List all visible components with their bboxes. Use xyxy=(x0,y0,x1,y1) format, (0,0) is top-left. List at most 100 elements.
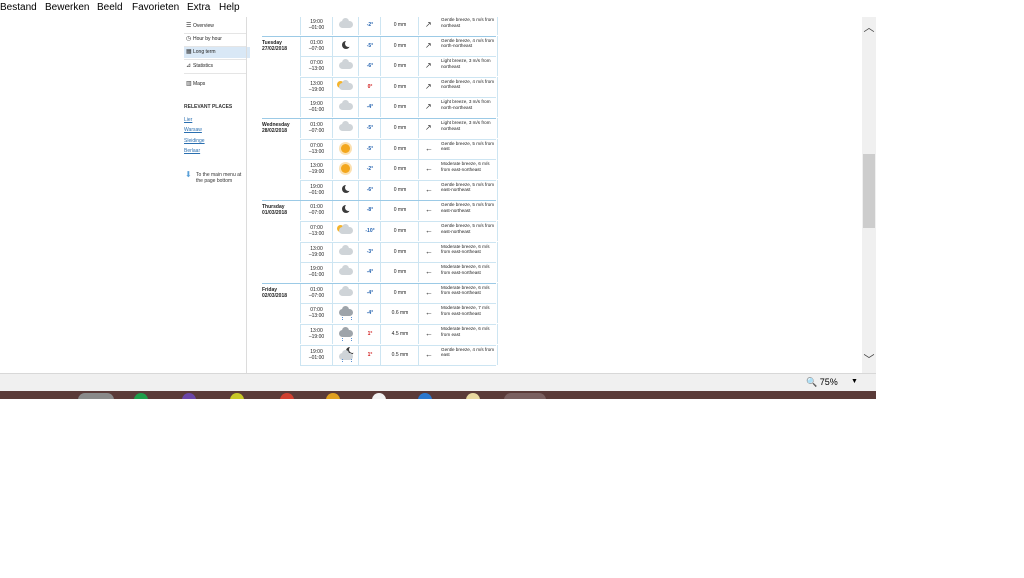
precipitation: 0 mm xyxy=(380,56,419,77)
scrollbar-thumb[interactable] xyxy=(863,154,875,228)
temperature: -4° xyxy=(358,303,381,324)
forecast-row: 13:00 –19:00 -2° 0 mm ← Moderate breeze, 6 m/… xyxy=(262,159,498,180)
wind-description: Moderate breeze, 6 m/s from east-northea… xyxy=(441,284,490,296)
nav-item-statistics[interactable]: ⊿ Statistics xyxy=(184,61,250,72)
wind-arrow-icon: ← xyxy=(425,143,433,153)
wind-description: Moderate breeze, 6 m/s from east-northea… xyxy=(441,264,490,275)
wind-arrow-icon: ↗ xyxy=(425,20,432,29)
menu-beeld[interactable]: Beeld xyxy=(97,2,123,13)
nav-item-hour-by-hour[interactable]: ◷ Hour by hour xyxy=(184,34,250,45)
day-label: Thursday 01/03/2018 xyxy=(262,204,298,216)
temperature: -5° xyxy=(358,138,381,159)
taskbar-app-icon[interactable] xyxy=(280,393,294,399)
time-end: –13:00 xyxy=(308,66,325,73)
taskbar-app-icon[interactable] xyxy=(504,393,546,399)
time-cell: 01:00 –07:00 xyxy=(300,35,332,56)
relevant-place-link[interactable]: Sleidinge xyxy=(184,138,205,144)
menu-bewerken[interactable]: Bewerken xyxy=(45,2,89,13)
temperature: 1° xyxy=(358,324,381,344)
time-cell: 01:00 –07:00 xyxy=(300,200,332,221)
forecast-row: 07:00 –13:00 -4° 0.6 mm ← Moderate breeze, 7 … xyxy=(262,303,498,324)
weather-cell xyxy=(332,303,359,324)
taskbar-app-icon[interactable] xyxy=(230,393,244,399)
forecast-row: 19:00 –01:00 -2° 0 mm ↗ Gentle breeze, 5 m/s … xyxy=(262,17,498,35)
scroll-up-icon[interactable]: ︿ xyxy=(862,21,876,35)
row-separator xyxy=(300,159,496,161)
temperature: -5° xyxy=(358,35,381,56)
cloud-icon xyxy=(339,79,353,90)
wind-description: Moderate breeze, 7 m/s from east-northea… xyxy=(441,305,490,316)
wind-description: Gentle breeze, 5 m/s from east-northeast xyxy=(441,223,495,234)
temperature: -10° xyxy=(358,221,381,241)
menu-favorieten[interactable]: Favorieten xyxy=(132,2,179,13)
wind-cell: ← Moderate breeze, 6 m/s from east xyxy=(418,324,498,344)
relevant-place-link[interactable]: Berlaar xyxy=(184,148,200,154)
forecast-row: 13:00 –19:00 -3° 0 mm ← Moderate breeze, 6 m/… xyxy=(262,241,498,262)
weather-cell xyxy=(332,76,359,97)
time-cell: 13:00 –19:00 xyxy=(300,241,332,262)
vertical-scrollbar[interactable]: ︿ ﹀ xyxy=(862,17,876,373)
wind-description: Gentle breeze, 5 m/s from northeast xyxy=(441,17,495,28)
forecast-row: Wednesday 28/02/2018 01:00 –07:00 -5° 0 mm ↗ Li… xyxy=(262,118,498,138)
row-separator xyxy=(300,241,496,243)
taskbar-app-icon[interactable] xyxy=(418,393,432,399)
wind-description: Moderate breeze, 6 m/s from east-northea… xyxy=(441,243,490,255)
nav-item-long-term[interactable]: ▦Long term xyxy=(184,47,250,58)
menu-bestand[interactable]: Bestand xyxy=(0,2,37,13)
wind-description: Gentle breeze, 4 m/s from north-northeas… xyxy=(441,37,495,49)
scroll-down-icon[interactable]: ﹀ xyxy=(862,353,876,367)
wind-cell: ← Gentle breeze, 5 m/s from east-northeas… xyxy=(418,179,498,200)
nav-item-maps[interactable]: ▥Maps xyxy=(184,79,250,90)
menu-extra[interactable]: Extra xyxy=(187,2,210,13)
forecast-row: Thursday 01/03/2018 01:00 –07:00 -8° 0 mm ← Gen… xyxy=(262,200,498,221)
wind-cell: ← Moderate breeze, 6 m/s from east-northe… xyxy=(418,262,498,283)
day-date: 02/03/2018 xyxy=(262,292,288,299)
forecast-row: 19:00 –01:00 -6° 0 mm ← Gentle breeze, 5 m/s … xyxy=(262,179,498,200)
wind-description: Light breeze, 3 m/s from northeast xyxy=(441,58,491,69)
menu-help[interactable]: Help xyxy=(219,2,240,13)
wind-cell: ← Moderate breeze, 6 m/s from east-northe… xyxy=(418,241,498,262)
forecast-row: Friday 02/03/2018 01:00 –07:00 -4° 0 mm ← Moder… xyxy=(262,282,498,303)
cloud-icon xyxy=(339,18,353,28)
taskbar-app-icon[interactable] xyxy=(326,393,340,399)
weather-cell xyxy=(332,262,359,283)
cloud-icon xyxy=(339,121,353,131)
moon-icon xyxy=(342,183,352,193)
row-separator xyxy=(300,344,496,346)
forecast-row: 07:00 –13:00 -10° 0 mm ← Gentle breeze, 5 m/s… xyxy=(262,221,498,241)
taskbar-app-icon[interactable] xyxy=(466,393,480,399)
wind-arrow-icon: ← xyxy=(425,184,433,194)
status-bar: 🔍 75% ▼ xyxy=(0,373,876,392)
temperature: 0° xyxy=(358,76,381,97)
weather-cell xyxy=(332,138,359,159)
day-separator xyxy=(262,35,496,37)
time-cell: 13:00 –19:00 xyxy=(300,159,332,180)
taskbar-app-icon[interactable] xyxy=(78,393,114,399)
time-cell: 07:00 –13:00 xyxy=(300,56,332,77)
zoom-level[interactable]: 🔍 75% xyxy=(806,377,838,388)
taskbar-app-icon[interactable] xyxy=(372,393,386,399)
relevant-place-link[interactable]: Lier xyxy=(184,117,192,123)
time-end: –01:00 xyxy=(308,354,325,361)
relevant-place-link[interactable]: Warsaw xyxy=(184,127,202,133)
zoom-dropdown-icon[interactable]: ▼ xyxy=(851,378,858,385)
temperature: -2° xyxy=(358,159,381,180)
browser-viewport: ☰ Overview ◷ Hour by hour ▦Long term ⊿ Statist… xyxy=(0,17,862,373)
row-separator xyxy=(300,179,496,181)
wind-cell: ← Moderate breeze, 6 m/s from east-northe… xyxy=(418,282,498,303)
time-cell: 19:00 –01:00 xyxy=(300,179,332,200)
nav-item-overview[interactable]: ☰ Overview xyxy=(184,21,250,32)
row-separator xyxy=(300,221,496,222)
cloud-icon xyxy=(339,327,353,337)
nav-item-label: Overview xyxy=(193,23,214,29)
wind-description: Gentle breeze, 4 m/s from northeast xyxy=(441,78,495,90)
time-end: –13:00 xyxy=(308,148,325,155)
time-end: –13:00 xyxy=(308,313,325,320)
wind-cell: ↗ Light breeze, 3 m/s from north-northeas… xyxy=(418,97,498,118)
weather-cell xyxy=(332,324,359,344)
precipitation: 0 mm xyxy=(380,221,419,241)
taskbar-app-icon[interactable] xyxy=(182,393,196,399)
taskbar-app-icon[interactable] xyxy=(134,393,148,399)
precipitation: 4.5 mm xyxy=(380,324,419,344)
time-cell: 07:00 –13:00 xyxy=(300,303,332,324)
